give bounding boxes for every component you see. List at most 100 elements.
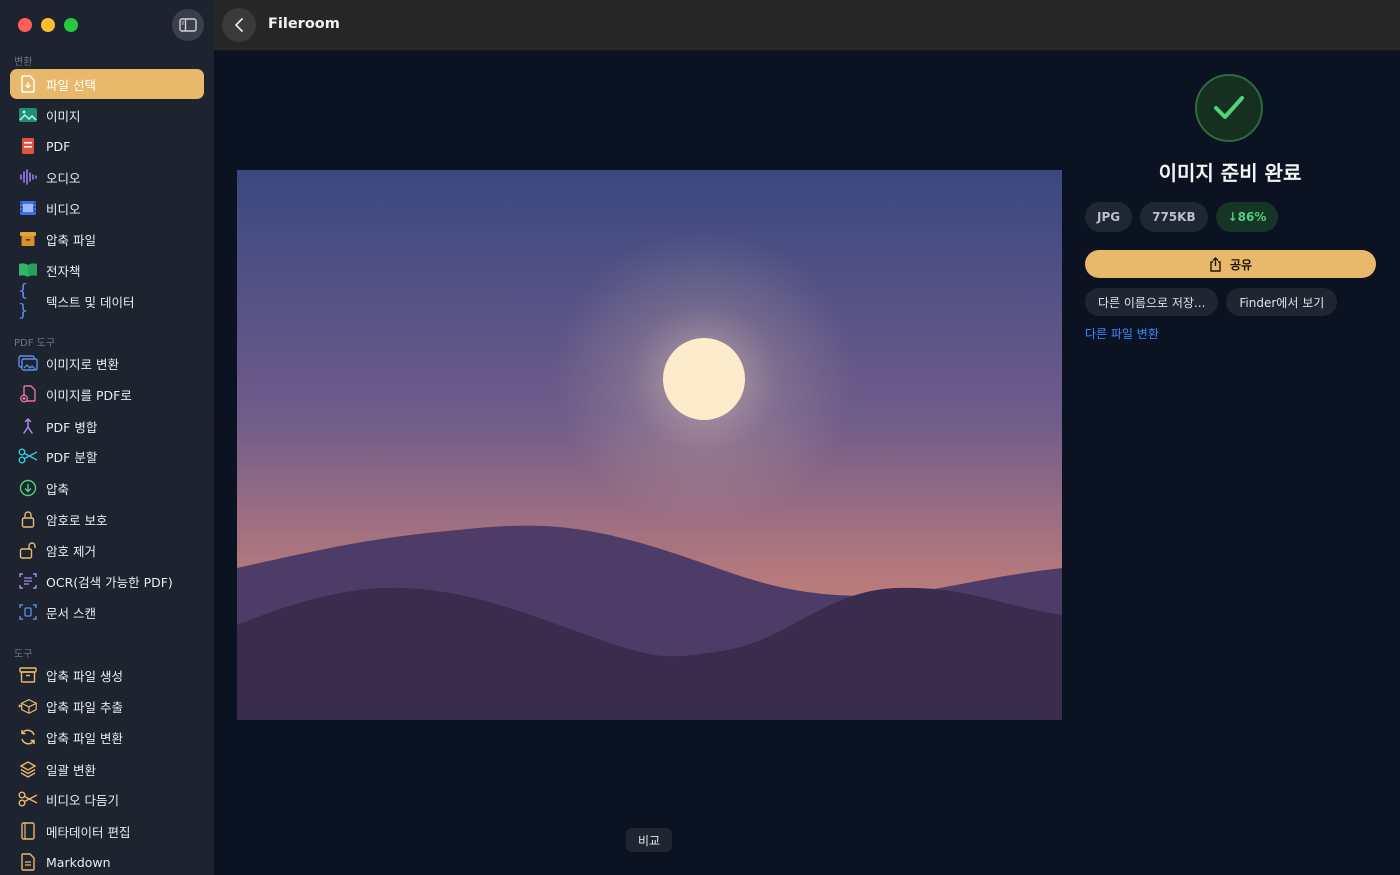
sidebar-item-pdf[interactable]: PDF (10, 131, 204, 161)
converted-image-preview (237, 170, 1062, 720)
convert-other-file-link[interactable]: 다른 파일 변환 (1085, 325, 1159, 342)
section-label-convert: 변환 (14, 57, 33, 68)
sidebar-item-label: 파일 선택 (46, 77, 96, 93)
trim-scissors-icon (18, 789, 38, 809)
archive-create-icon (18, 665, 38, 685)
sidebar-item-text-data[interactable]: { } 텍스트 및 데이터 (10, 281, 204, 321)
sidebar-item-password-protect[interactable]: 암호로 보호 (10, 504, 204, 534)
sidebar-item-ocr[interactable]: OCR(검색 가능한 PDF) (10, 566, 204, 596)
section-label-tools: 도구 (14, 649, 33, 660)
sidebar-item-label: 압축 파일 변환 (46, 730, 123, 746)
checkmark-icon (1214, 96, 1244, 119)
result-title: 이미지 준비 완료 (1158, 161, 1302, 185)
save-as-button[interactable]: 다른 이름으로 저장... (1085, 288, 1219, 316)
share-button[interactable]: 공유 (1085, 250, 1376, 278)
sidebar-item-label: 압축 파일 생성 (46, 668, 123, 684)
sidebar-item-archive-convert[interactable]: 압축 파일 변환 (10, 722, 204, 752)
sidebar-item-label: 비디오 (46, 201, 81, 217)
sidebar-item-label: 이미지 (46, 108, 81, 124)
sidebar-item-label: OCR(검색 가능한 PDF) (46, 574, 173, 590)
app-title: Fileroom (268, 16, 340, 32)
sidebar-item-ebook[interactable]: 전자책 (10, 255, 204, 285)
sidebar-item-audio[interactable]: 오디오 (10, 162, 204, 192)
sidebar-item-label: Markdown (46, 854, 111, 870)
sidebar-item-video[interactable]: 비디오 (10, 193, 204, 223)
sidebar-item-compress[interactable]: 압축 (10, 473, 204, 503)
main-content: 비교 이미지 준비 완료 JPG 775KB ↓86% 공유 다른 이름으로 저… (214, 51, 1400, 875)
show-in-finder-button[interactable]: Finder에서 보기 (1226, 288, 1338, 316)
sidebar-item-archive-create[interactable]: 압축 파일 생성 (10, 660, 204, 690)
sidebar-item-archive-extract[interactable]: 압축 파일 추출 (10, 691, 204, 721)
stack-icon (18, 759, 38, 779)
sidebar-item-pdf-merge[interactable]: PDF 병합 (10, 411, 204, 441)
scissors-icon (18, 446, 38, 466)
sidebar-item-label: 텍스트 및 데이터 (46, 294, 135, 310)
app-window: 변환 파일 선택 이미지 PDF 오디오 비디오 압축 파일 전자책 {} 텍… (0, 0, 1400, 875)
close-window-button[interactable] (18, 18, 32, 32)
compress-down-icon (18, 478, 38, 498)
compare-button[interactable]: 비교 (626, 828, 673, 852)
sidebar-item-metadata-edit[interactable]: 메타데이터 편집 (10, 816, 204, 846)
success-badge (1195, 74, 1263, 142)
sidebar-item-label: 압축 파일 (46, 232, 96, 248)
sidebar-item-image-to-pdf[interactable]: 이미지를 PDF로 (10, 379, 204, 409)
title-bar: Fileroom (214, 0, 1400, 51)
file-plus-icon (18, 384, 38, 404)
sidebar-item-label: 문서 스캔 (46, 605, 96, 621)
sidebar-item-label: 암호 제거 (46, 543, 96, 559)
sidebar-item-label: 전자책 (46, 263, 81, 279)
sidebar-item-archive[interactable]: 압축 파일 (10, 224, 204, 254)
sidebar-item-pdf-split[interactable]: PDF 분할 (10, 441, 204, 471)
sidebar-item-batch-convert[interactable]: 일괄 변환 (10, 754, 204, 784)
sidebar-item-password-remove[interactable]: 암호 제거 (10, 535, 204, 565)
sidebar-item-label: 이미지로 변환 (46, 356, 119, 372)
sidebar-item-label: 일괄 변환 (46, 762, 96, 778)
window-controls (18, 18, 78, 32)
unlock-icon (18, 540, 38, 560)
audio-waveform-icon (18, 167, 38, 187)
merge-icon (18, 416, 38, 436)
zoom-window-button[interactable] (64, 18, 78, 32)
reduction-badge: ↓86% (1215, 202, 1279, 232)
images-icon (18, 353, 38, 373)
refresh-icon (18, 727, 38, 747)
sidebar: 변환 파일 선택 이미지 PDF 오디오 비디오 압축 파일 전자책 {} 텍… (0, 0, 214, 875)
minimize-window-button[interactable] (41, 18, 55, 32)
text-scan-icon (18, 571, 38, 591)
file-select-icon (18, 74, 38, 94)
section-label-pdf-tools: PDF 도구 (14, 338, 56, 349)
archive-box-icon (18, 229, 38, 249)
sidebar-item-label: 오디오 (46, 170, 81, 186)
sidebar-item-label: 암호로 보호 (46, 512, 108, 528)
share-icon (1210, 256, 1221, 272)
markdown-file-icon (18, 852, 38, 872)
doc-scan-icon (18, 602, 38, 622)
sidebar-item-doc-scan[interactable]: 문서 스캔 (10, 597, 204, 627)
pdf-icon (18, 136, 38, 156)
sidebar-item-label: 메타데이터 편집 (46, 824, 131, 840)
chevron-left-icon (235, 18, 243, 32)
format-badge: JPG (1085, 202, 1133, 232)
book-icon (18, 260, 38, 280)
share-label: 공유 (1229, 257, 1253, 272)
film-icon (18, 198, 38, 218)
size-badge: 775KB (1140, 202, 1208, 232)
secondary-actions: 다른 이름으로 저장... Finder에서 보기 (1085, 288, 1338, 316)
image-icon (18, 105, 38, 125)
sidebar-item-label: PDF 분할 (46, 449, 98, 465)
sidebar-item-label: 압축 (46, 481, 70, 497)
sidebar-item-markdown[interactable]: Markdown (10, 847, 204, 875)
sidebar-item-video-trim[interactable]: 비디오 다듬기 (10, 784, 204, 814)
sidebar-item-pdf-to-image[interactable]: 이미지로 변환 (10, 348, 204, 378)
archive-extract-icon (18, 696, 38, 716)
lock-icon (18, 509, 38, 529)
sidebar-toggle-button[interactable] (172, 9, 204, 41)
sidebar-item-label: 이미지를 PDF로 (46, 387, 132, 403)
sidebar-icon (179, 18, 197, 32)
sidebar-item-image[interactable]: 이미지 (10, 100, 204, 130)
metadata-book-icon (18, 821, 38, 841)
sidebar-item-label: PDF (46, 138, 71, 154)
sidebar-item-label: PDF 병합 (46, 419, 98, 435)
sidebar-item-file-select[interactable]: 파일 선택 (10, 69, 204, 99)
back-button[interactable] (222, 8, 256, 42)
